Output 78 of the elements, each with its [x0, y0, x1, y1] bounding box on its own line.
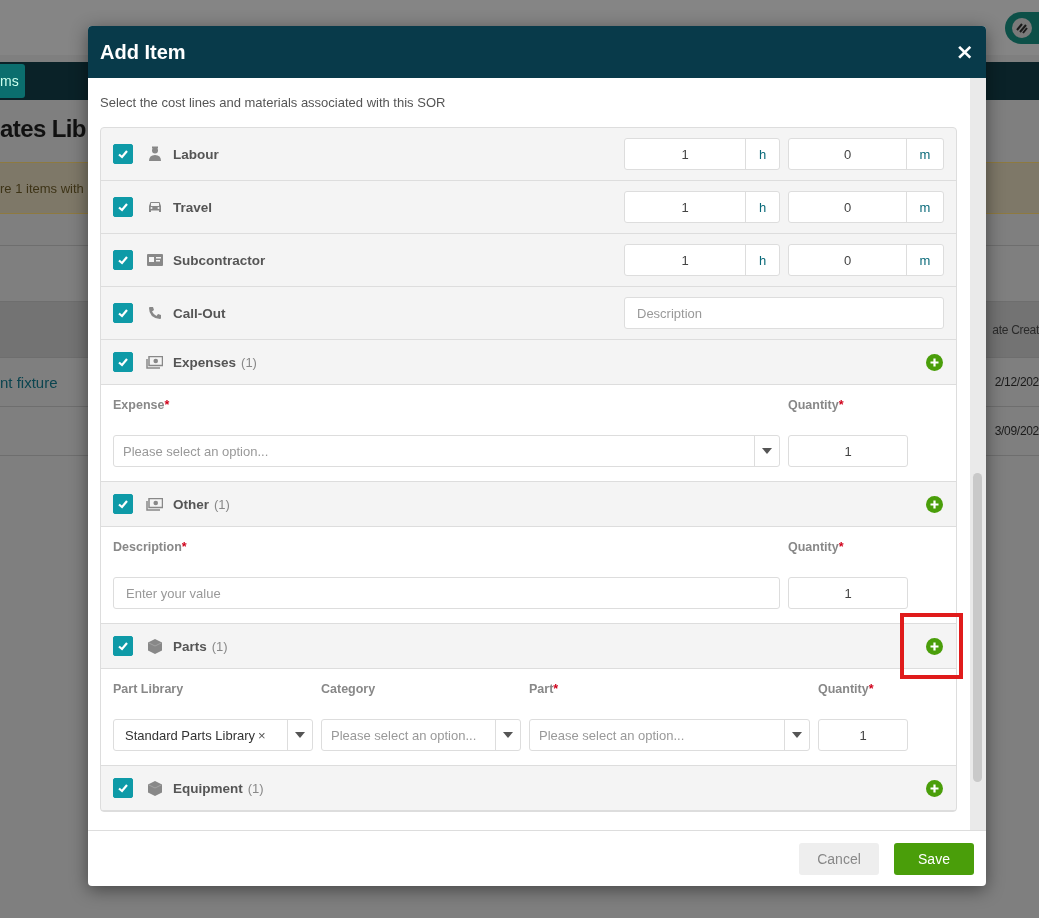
- cost-line-label: Parts: [173, 638, 207, 654]
- money-icon: [146, 355, 163, 369]
- description-field[interactable]: Description: [624, 297, 944, 329]
- add-icon[interactable]: [926, 637, 943, 655]
- cube-icon: [146, 638, 163, 654]
- minutes-field[interactable]: 0 m: [788, 138, 944, 170]
- checkbox[interactable]: [113, 303, 133, 323]
- item-count: (1): [241, 354, 257, 370]
- select-field[interactable]: Standard Parts Library ×: [113, 719, 313, 751]
- close-button[interactable]: ×: [955, 41, 974, 63]
- cost-line-label: Other: [173, 496, 209, 512]
- checkbox[interactable]: [113, 352, 133, 372]
- money-icon: [146, 497, 163, 511]
- item-count: (1): [247, 780, 264, 796]
- unit-label: m: [906, 245, 943, 275]
- required-mark: *: [553, 682, 559, 696]
- minutes-field[interactable]: 0 m: [788, 191, 944, 223]
- intro-text: Select the cost lines and materials associated with this SOR: [100, 95, 447, 112]
- unit-label: m: [906, 192, 943, 222]
- scrollbar-thumb[interactable]: [973, 473, 982, 782]
- table-cell: 2/12/202: [994, 375, 1039, 389]
- caret-icon: [762, 448, 772, 454]
- caret-icon: [295, 732, 305, 738]
- cost-line-label: Expenses: [173, 354, 237, 370]
- quantity-field[interactable]: 1: [818, 719, 908, 751]
- checkbox[interactable]: [113, 197, 133, 217]
- unit-label: m: [906, 139, 943, 169]
- field-label: Quantity*: [818, 682, 875, 698]
- quantity-field[interactable]: 1: [788, 435, 908, 467]
- dialog-title: Add Item: [100, 40, 186, 64]
- hours-field[interactable]: 1 h: [624, 191, 780, 223]
- field-label: Part*: [529, 682, 560, 698]
- field-label: Description*: [113, 540, 188, 556]
- unit-label: h: [745, 245, 779, 275]
- field-label: Category: [321, 682, 377, 698]
- cost-line-label: Subcontractor: [173, 252, 266, 268]
- unit-label: h: [745, 139, 779, 169]
- required-mark: *: [838, 540, 844, 554]
- cost-line-label: Call-Out: [173, 305, 226, 321]
- cost-line-label: Travel: [173, 199, 213, 215]
- required-mark: *: [181, 540, 187, 554]
- card-icon: [146, 254, 163, 266]
- item-count: (1): [211, 638, 228, 654]
- caret-icon: [792, 732, 802, 738]
- field-label: Part Library: [113, 682, 185, 698]
- checkbox[interactable]: [113, 778, 133, 798]
- checkbox[interactable]: [113, 144, 133, 164]
- checkbox[interactable]: [113, 636, 133, 656]
- phone-icon: [146, 306, 163, 320]
- required-mark: *: [838, 398, 844, 412]
- hours-field[interactable]: 1 h: [624, 138, 780, 170]
- field-label: Quantity*: [788, 398, 845, 414]
- add-icon[interactable]: [926, 353, 943, 371]
- item-count: (1): [214, 496, 230, 512]
- field-label: Expense*: [113, 398, 171, 414]
- quantity-field[interactable]: 1: [788, 577, 908, 609]
- field-label: Quantity*: [788, 540, 845, 556]
- hours-field[interactable]: 1 h: [624, 244, 780, 276]
- checkbox[interactable]: [113, 494, 133, 514]
- banner-text: re 1 items with: [0, 180, 84, 196]
- required-mark: *: [868, 682, 874, 696]
- worker-icon: [146, 146, 163, 162]
- minutes-field[interactable]: 0 m: [788, 244, 944, 276]
- column-header: ate Creat: [992, 322, 1039, 337]
- nav-button[interactable]: ms: [0, 64, 25, 98]
- checkbox[interactable]: [113, 250, 133, 270]
- text-field[interactable]: Enter your value: [113, 577, 780, 609]
- add-icon[interactable]: [926, 495, 943, 513]
- caret-icon: [503, 732, 513, 738]
- car-icon: [146, 200, 163, 214]
- required-mark: *: [164, 398, 170, 412]
- unit-label: h: [745, 192, 779, 222]
- table-cell: 3/09/202: [994, 424, 1039, 438]
- page-title: ates Lib: [0, 114, 86, 144]
- cube-icon: [146, 780, 163, 796]
- cost-line-label: Labour: [173, 146, 219, 162]
- cost-line-label: Equipment: [173, 780, 243, 796]
- add-icon[interactable]: [926, 779, 943, 797]
